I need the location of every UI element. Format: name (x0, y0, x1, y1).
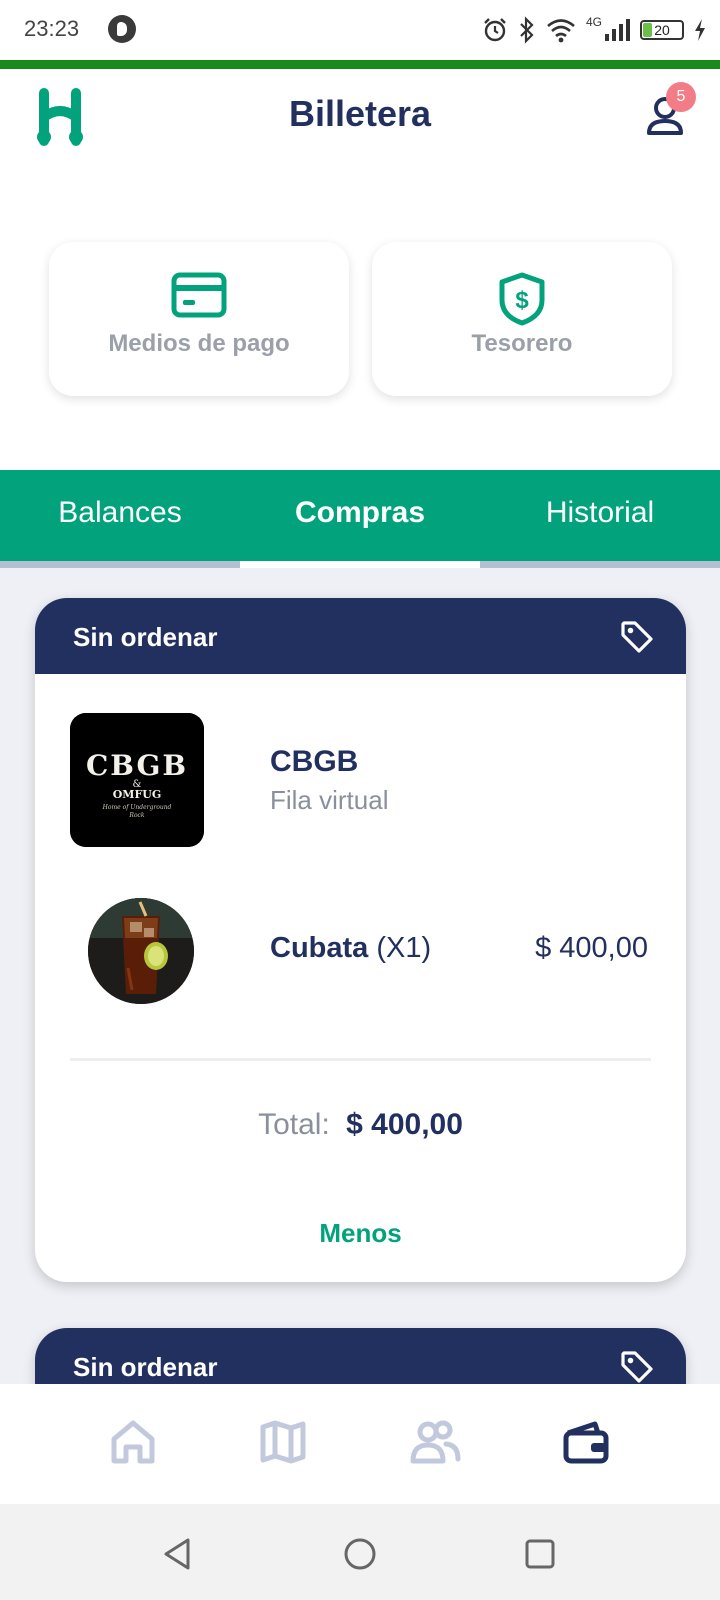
show-less-button[interactable]: Menos (35, 1218, 686, 1249)
bottom-navigation (0, 1384, 720, 1504)
people-icon (410, 1420, 461, 1464)
tab-purchases[interactable]: Compras (240, 470, 480, 568)
credit-card-icon (171, 272, 227, 318)
tag-icon[interactable] (620, 620, 654, 654)
order-card-header: Sin ordenar (35, 598, 686, 674)
tab-purchases-label: Compras (294, 496, 426, 529)
item-quantity: (X1) (376, 932, 432, 964)
page-title: Billetera (288, 93, 432, 134)
bluetooth-icon (520, 16, 534, 44)
order-status-label: Sin ordenar (73, 1352, 218, 1382)
svg-text:$: $ (515, 287, 529, 314)
system-navigation-bar (0, 1504, 720, 1600)
cbgb-logo-image: CBGB & OMFUG Home of Underground Rock (70, 713, 204, 847)
system-recents-button[interactable] (520, 1534, 560, 1574)
item-price: $ 400,00 (535, 932, 648, 964)
svg-text:OMFUG: OMFUG (113, 788, 162, 801)
tab-balances[interactable]: Balances (0, 470, 240, 568)
home-icon (111, 1420, 155, 1464)
payment-methods-button[interactable]: Medios de pago (49, 242, 349, 396)
wallet-icon (563, 1421, 609, 1464)
nav-map[interactable] (253, 1412, 313, 1472)
svg-text:Rock: Rock (128, 812, 144, 819)
status-icons: 4G 20 (482, 14, 706, 46)
nav-wallet[interactable] (556, 1412, 616, 1472)
item-image (88, 898, 194, 1004)
tab-indicator (0, 561, 240, 568)
venue-subtitle: Fila virtual (270, 785, 389, 815)
purchases-list[interactable]: Sin ordenar CBGB & OMFUG Home of Undergr… (0, 568, 720, 1384)
venue-name: CBGB (270, 745, 359, 778)
back-triangle-icon (164, 1538, 190, 1570)
system-back-button[interactable] (158, 1534, 198, 1574)
item-title: Cubata (270, 932, 369, 964)
svg-text:Home of Underground: Home of Underground (102, 804, 172, 811)
home-circle-icon (344, 1538, 376, 1570)
network-type: 4G (585, 15, 602, 29)
status-bar: 23:23 4G 20 (0, 0, 720, 60)
nav-home[interactable] (103, 1412, 163, 1472)
tab-balances-label: Balances (58, 496, 182, 529)
total-value: $ 400,00 (346, 1108, 463, 1141)
shield-dollar-icon: $ (499, 272, 545, 326)
tag-icon[interactable] (620, 1350, 654, 1384)
treasurer-label: Tesorero (471, 330, 573, 357)
order-item-row: Cubata (X1) $ 400,00 (88, 898, 648, 1004)
order-card-header: Sin ordenar (35, 1328, 686, 1384)
cubata-glass-image (88, 898, 194, 1004)
notification-badge: 5 (666, 82, 696, 112)
status-time: 23:23 (24, 16, 80, 41)
svg-text:CBGB: CBGB (86, 749, 188, 782)
order-status-label: Sin ordenar (73, 622, 218, 652)
tab-indicator-active (240, 561, 480, 568)
app-notification-icon (108, 15, 136, 43)
quick-actions-area: Medios de pago $ Tesorero (0, 170, 720, 470)
order-card: Sin ordenar (35, 1328, 686, 1384)
tab-bar: Balances Compras Historial (0, 470, 720, 568)
item-name: Cubata (X1) (270, 932, 431, 965)
recents-square-icon (525, 1539, 555, 1569)
tab-history-label: Historial (545, 496, 655, 529)
wifi-icon (547, 19, 575, 43)
order-card: Sin ordenar CBGB & OMFUG Home of Undergr… (35, 598, 686, 1282)
status-accent-line (0, 60, 720, 69)
tab-history[interactable]: Historial (480, 470, 720, 568)
order-total: Total: $ 400,00 (35, 1108, 686, 1142)
signal-icon (605, 19, 630, 41)
venue-logo: CBGB & OMFUG Home of Underground Rock (70, 713, 204, 847)
tab-indicator (480, 561, 720, 568)
total-label: Total: (258, 1108, 330, 1141)
app-header: Billetera (0, 69, 720, 170)
nav-people[interactable] (405, 1412, 465, 1472)
battery-icon: 20 (640, 20, 684, 40)
charging-icon (695, 19, 705, 41)
system-home-button[interactable] (340, 1534, 380, 1574)
map-icon (260, 1420, 306, 1464)
treasurer-button[interactable]: $ Tesorero (372, 242, 672, 396)
divider (70, 1058, 651, 1061)
alarm-icon (484, 18, 506, 42)
payment-methods-label: Medios de pago (108, 330, 290, 357)
